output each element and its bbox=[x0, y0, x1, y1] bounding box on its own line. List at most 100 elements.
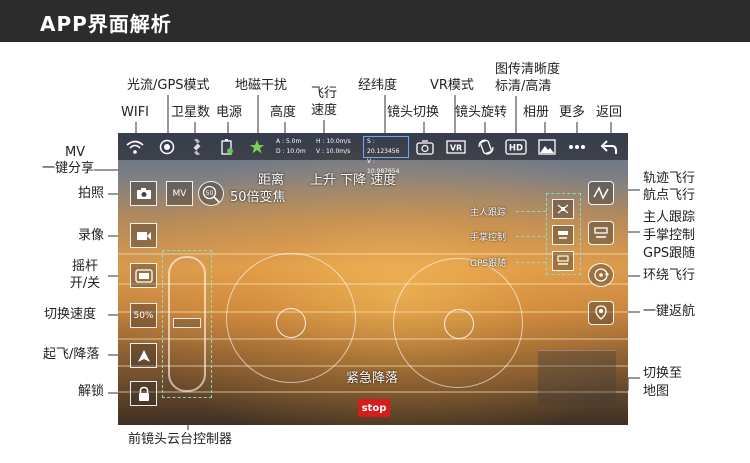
label-flight-speed-2: 速度 bbox=[310, 103, 337, 118]
album-icon[interactable] bbox=[536, 136, 558, 158]
label-follow-2: 手掌控制 bbox=[643, 228, 696, 243]
app-interface-diagram: APP界面解析 光流/GPS模式 地磁干扰 飞行 速度 经纬度 VR模式 图传清… bbox=[0, 0, 750, 463]
joystick-icon bbox=[134, 268, 153, 283]
joystick-toggle-button[interactable] bbox=[130, 263, 157, 288]
switch-speed-button[interactable]: 50% bbox=[130, 303, 157, 328]
label-flight-speed-1: 飞行 bbox=[310, 86, 337, 101]
track-icon bbox=[593, 186, 609, 200]
label-orbit: 环绕飞行 bbox=[643, 268, 696, 283]
stop-button-label: stop bbox=[361, 402, 387, 414]
label-lens-switch: 镜头切换 bbox=[387, 105, 440, 120]
video-record-button[interactable] bbox=[130, 223, 157, 248]
wifi-icon bbox=[123, 136, 147, 158]
label-mv-2: 一键分享 bbox=[42, 161, 95, 176]
emergency-landing-overlay-label: 紧急降落 bbox=[346, 371, 399, 386]
label-unlock: 解锁 bbox=[78, 384, 105, 399]
orbit-flight-button[interactable] bbox=[588, 263, 614, 287]
label-vr-mode: VR模式 bbox=[430, 78, 474, 93]
header-bar: APP界面解析 bbox=[0, 0, 750, 42]
battery-icon bbox=[216, 136, 238, 158]
label-image-definition-2: 标清/高清 bbox=[495, 79, 552, 94]
vr-mode-button-label: VR bbox=[450, 144, 462, 153]
coordinates-box: S : 20.123456 V : 10.987654 bbox=[363, 136, 409, 175]
label-satellites: 卫星数 bbox=[171, 105, 211, 120]
gps-follow-button[interactable] bbox=[552, 251, 574, 271]
label-album: 相册 bbox=[523, 105, 550, 120]
lens-rotate-icon[interactable] bbox=[474, 136, 498, 158]
label-track-2: 航点飞行 bbox=[643, 188, 696, 203]
label-back: 返回 bbox=[596, 105, 623, 120]
return-home-button[interactable] bbox=[588, 301, 614, 325]
altitude-readout: A : 5.0m bbox=[276, 138, 302, 145]
camera-icon bbox=[136, 188, 151, 199]
magnifier-icon: 50 bbox=[202, 185, 220, 203]
label-joystick-1: 摇杆 bbox=[71, 259, 98, 274]
label-more: 更多 bbox=[559, 105, 586, 120]
more-icon[interactable] bbox=[566, 136, 588, 158]
right-joystick-knob[interactable] bbox=[444, 309, 474, 339]
app-screen: A : 5.0m D : 10.0m H : 10.0m/s V : 10.0m… bbox=[118, 133, 628, 425]
label-switch-to-2: 地图 bbox=[643, 384, 670, 399]
zoom-50x-overlay-label: 50倍变焦 bbox=[230, 190, 286, 205]
page-title: APP界面解析 bbox=[40, 12, 172, 36]
photo-button[interactable] bbox=[130, 181, 157, 206]
hd-toggle-button[interactable]: HD bbox=[504, 136, 528, 158]
camera-switch-icon[interactable] bbox=[414, 136, 436, 158]
h-speed-readout: H : 10.0m/s bbox=[316, 138, 351, 145]
left-joystick-knob[interactable] bbox=[276, 308, 306, 338]
label-switch-speed: 切换速度 bbox=[44, 307, 97, 322]
label-compass: 地磁干扰 bbox=[235, 78, 288, 93]
owner-follow-button[interactable] bbox=[552, 199, 574, 219]
owner-follow-label: 主人跟踪 bbox=[470, 208, 507, 218]
orbit-icon bbox=[594, 268, 609, 282]
vr-mode-button[interactable]: VR bbox=[444, 136, 468, 158]
label-mv-1: MV bbox=[64, 145, 86, 160]
back-icon[interactable] bbox=[598, 136, 620, 158]
label-gimbal-control: 前镜头云台控制器 bbox=[128, 432, 233, 447]
gps-mode-icon[interactable] bbox=[156, 136, 178, 158]
label-takeoff-land: 起飞/降落 bbox=[43, 347, 100, 362]
label-switch-to-1: 切换至 bbox=[643, 366, 683, 381]
zoom-button-label: 50 bbox=[206, 190, 214, 197]
up-down-speed-overlay-label: 上升 下降 速度 bbox=[310, 173, 397, 188]
label-optical-flow-gps: 光流/GPS模式 bbox=[127, 78, 210, 93]
top-status-bar: A : 5.0m D : 10.0m H : 10.0m/s V : 10.0m… bbox=[118, 133, 628, 175]
zoom-50x-button[interactable]: 50 bbox=[198, 181, 224, 206]
video-icon bbox=[136, 231, 151, 240]
mv-share-button[interactable]: MV bbox=[166, 181, 193, 206]
satellite-icon bbox=[186, 136, 208, 158]
hd-toggle-button-label: HD bbox=[509, 144, 523, 154]
label-track-1: 轨迹飞行 bbox=[643, 171, 696, 186]
distance-overlay-label: 距离 bbox=[258, 173, 285, 188]
label-image-definition-1: 图传清晰度 bbox=[495, 62, 561, 77]
label-follow-3: GPS跟随 bbox=[643, 246, 696, 261]
gps-drone-icon bbox=[557, 255, 569, 265]
latitude-readout: S : 20.123456 bbox=[367, 138, 400, 155]
takeoff-land-button[interactable] bbox=[130, 343, 157, 368]
gps-follow-label: GPS跟随 bbox=[470, 259, 507, 269]
label-power: 电源 bbox=[216, 105, 243, 120]
label-height: 高度 bbox=[270, 105, 297, 120]
distance-readout: D : 10.0m bbox=[276, 148, 306, 155]
drone-icon bbox=[557, 204, 569, 214]
label-lens-rotate: 镜头旋转 bbox=[455, 105, 508, 120]
v-speed-readout: V : 10.0m/s bbox=[316, 148, 351, 155]
label-video: 录像 bbox=[78, 228, 105, 243]
home-pin-icon bbox=[595, 305, 607, 320]
label-follow-1: 主人跟踪 bbox=[643, 210, 696, 225]
palm-drone-icon bbox=[558, 231, 568, 239]
palm-control-label: 手掌控制 bbox=[470, 233, 507, 243]
label-wifi: WIFI bbox=[121, 105, 149, 120]
label-joystick-2: 开/关 bbox=[69, 276, 101, 291]
map-switch-thumbnail[interactable] bbox=[538, 350, 616, 405]
compass-icon[interactable] bbox=[246, 136, 268, 158]
follow-mode-button[interactable] bbox=[588, 221, 614, 245]
gimbal-slider-handle[interactable] bbox=[173, 318, 201, 328]
takeoff-icon bbox=[137, 349, 150, 362]
palm-control-button[interactable] bbox=[552, 225, 574, 245]
unlock-button[interactable] bbox=[130, 381, 157, 406]
lock-icon bbox=[138, 386, 149, 401]
label-photo: 拍照 bbox=[78, 186, 105, 201]
emergency-stop-button[interactable]: stop bbox=[358, 399, 390, 417]
track-flight-button[interactable] bbox=[588, 181, 614, 205]
